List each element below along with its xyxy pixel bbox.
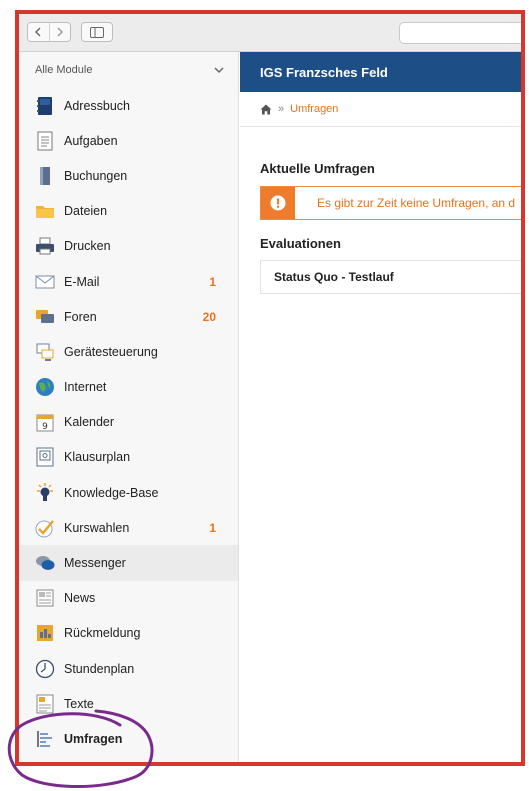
forum-icon xyxy=(35,307,55,327)
forum-unread-badge: 20 xyxy=(202,309,216,324)
sidebar-item-label: Gerätesteuerung xyxy=(64,344,158,359)
home-icon[interactable] xyxy=(260,104,272,115)
sidebar-item-geraetesteuerung[interactable]: Gerätesteuerung xyxy=(19,334,238,369)
sidebar-item-aufgaben[interactable]: Aufgaben xyxy=(19,123,238,158)
sidebar-item-label: Kurswahlen xyxy=(64,520,130,535)
module-filter-dropdown[interactable]: Alle Module xyxy=(19,52,238,88)
chevron-down-icon xyxy=(214,66,224,74)
sidebar-item-label: Adressbuch xyxy=(64,98,131,113)
alert-message: Es gibt zur Zeit keine Umfragen, an d xyxy=(317,196,516,210)
sidebar-item-rueckmeldung[interactable]: Rückmeldung xyxy=(19,616,238,651)
sidebar-item-label: Umfragen xyxy=(64,731,123,746)
breadcrumb: » Umfragen xyxy=(240,92,521,127)
module-filter-label: Alle Module xyxy=(35,64,93,76)
sidebar-item-label: Texte xyxy=(64,696,94,711)
course-selection-badge: 1 xyxy=(209,520,216,535)
breadcrumb-current[interactable]: Umfragen xyxy=(290,103,338,115)
sidebar-item-buchungen[interactable]: Buchungen xyxy=(19,158,238,193)
checkmark-icon xyxy=(35,518,55,538)
no-surveys-alert: Es gibt zur Zeit keine Umfragen, an d xyxy=(260,186,521,220)
chevron-right-icon xyxy=(57,27,63,37)
sidebar-item-label: News xyxy=(64,591,96,606)
clock-icon xyxy=(35,659,55,679)
tasks-icon xyxy=(35,131,55,151)
school-header: IGS Franzsches Feld xyxy=(240,52,521,92)
sidebar-item-umfragen[interactable]: Umfragen xyxy=(19,721,238,756)
school-name: IGS Franzsches Feld xyxy=(260,64,388,80)
sidebar-item-texte[interactable]: Texte xyxy=(19,686,238,721)
sidebar-item-label: Dateien xyxy=(64,204,108,219)
calendar-icon: 9 xyxy=(35,412,55,432)
globe-icon xyxy=(35,377,55,397)
sidebar-item-knowledge-base[interactable]: Knowledge-Base xyxy=(19,475,238,510)
address-book-icon xyxy=(35,96,55,116)
module-sidebar: Alle Module Adressbuch Aufgaben Buchunge… xyxy=(19,52,239,762)
sidebar-item-label: E-Mail xyxy=(64,274,100,289)
sidebar-item-label: Rückmeldung xyxy=(64,626,141,641)
sidebar-item-messenger[interactable]: Messenger xyxy=(19,545,238,581)
evaluation-item[interactable]: Status Quo - Testlauf xyxy=(260,260,521,294)
printer-icon xyxy=(35,236,55,256)
email-unread-badge: 1 xyxy=(209,274,216,289)
sidebar-item-label: Klausurplan xyxy=(64,450,131,465)
device-control-icon xyxy=(35,342,55,362)
current-surveys-heading: Aktuelle Umfragen xyxy=(260,161,375,176)
sidebar-item-foren[interactable]: Foren 20 xyxy=(19,299,238,334)
sidebar-item-drucken[interactable]: Drucken xyxy=(19,229,238,264)
survey-bars-icon xyxy=(35,729,55,749)
sidebar-item-klausurplan[interactable]: Klausurplan xyxy=(19,440,238,475)
sidebar-item-news[interactable]: News xyxy=(19,581,238,616)
sidebar-item-internet[interactable]: Internet xyxy=(19,370,238,405)
forward-button[interactable] xyxy=(48,23,71,41)
sidebar-item-label: Buchungen xyxy=(64,168,128,183)
sidebar-item-label: Aufgaben xyxy=(64,133,118,148)
sidebar-item-label: Foren xyxy=(64,309,97,324)
sidebar-toggle-icon xyxy=(90,26,104,38)
lightbulb-icon xyxy=(35,482,55,503)
back-button[interactable] xyxy=(28,23,49,41)
sidebar-item-adressbuch[interactable]: Adressbuch xyxy=(19,88,238,123)
sidebar-toggle-button[interactable] xyxy=(81,22,113,42)
sidebar-item-label: Internet xyxy=(64,380,107,395)
sidebar-item-label: Drucken xyxy=(64,239,111,254)
sidebar-item-kalender[interactable]: 9 Kalender xyxy=(19,405,238,440)
sidebar-item-label: Stundenplan xyxy=(64,661,135,676)
text-document-icon xyxy=(35,694,55,714)
newspaper-icon xyxy=(35,588,55,608)
breadcrumb-separator: » xyxy=(278,103,285,115)
sidebar-item-label: Messenger xyxy=(64,556,126,571)
address-bar[interactable] xyxy=(399,22,521,44)
sidebar-item-dateien[interactable]: Dateien xyxy=(19,194,238,229)
svg-text:9: 9 xyxy=(42,422,48,432)
email-icon xyxy=(35,272,55,292)
exam-plan-icon xyxy=(35,447,55,467)
alert-exclamation-icon xyxy=(261,187,295,219)
chevron-left-icon xyxy=(35,27,41,37)
sidebar-item-label: Knowledge-Base xyxy=(64,485,159,500)
browser-toolbar xyxy=(19,14,521,52)
sidebar-item-kurswahlen[interactable]: Kurswahlen 1 xyxy=(19,510,238,545)
sidebar-item-label: Kalender xyxy=(64,415,115,430)
annotation-red-frame: Alle Module Adressbuch Aufgaben Buchunge… xyxy=(15,10,525,766)
evaluations-heading: Evaluationen xyxy=(260,236,341,251)
chat-bubbles-icon xyxy=(35,553,55,573)
folder-icon xyxy=(35,201,55,221)
main-content: IGS Franzsches Feld » Umfragen Aktuelle … xyxy=(240,52,521,762)
bookings-icon xyxy=(35,166,55,186)
navigation-buttons xyxy=(27,22,71,42)
sidebar-item-stundenplan[interactable]: Stundenplan xyxy=(19,651,238,686)
feedback-icon xyxy=(35,623,55,643)
sidebar-item-e-mail[interactable]: E-Mail 1 xyxy=(19,264,238,299)
